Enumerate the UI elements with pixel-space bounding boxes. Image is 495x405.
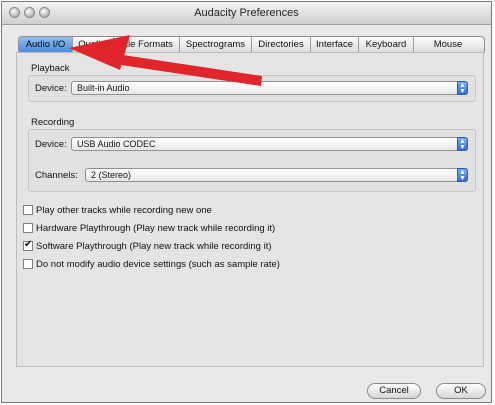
red-arrow-icon [69, 35, 262, 86]
